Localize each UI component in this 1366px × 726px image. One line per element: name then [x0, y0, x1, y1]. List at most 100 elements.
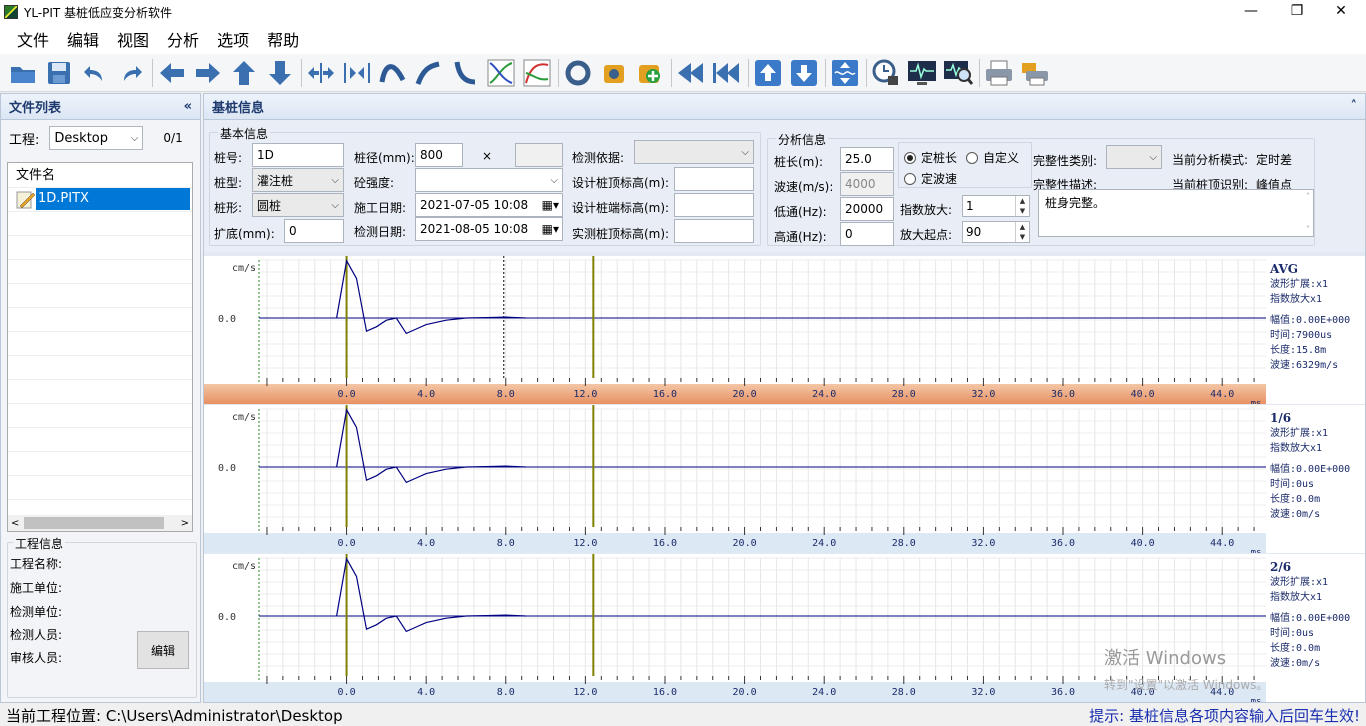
- highpass-input[interactable]: 0: [840, 222, 894, 246]
- menu-edit[interactable]: 编辑: [58, 27, 108, 51]
- curve-a-icon[interactable]: [378, 58, 408, 88]
- test-date-input[interactable]: 2021-08-05 10:08 ▦▾: [415, 217, 563, 241]
- compress-h-icon[interactable]: [306, 58, 336, 88]
- collapse-left-button[interactable]: «: [184, 99, 192, 114]
- redo-icon[interactable]: [116, 58, 146, 88]
- waveform-avg-chart[interactable]: 0.0 4.0 8.0 12.0 16.0 20.0 24.0 28.0 32.0 36.0 40.…: [204, 256, 1266, 404]
- speed-value: 波速:6329m/s: [1270, 360, 1339, 371]
- integrity-class-select[interactable]: ⌵: [1106, 145, 1162, 169]
- close-button[interactable]: ✕: [1318, 0, 1364, 24]
- gain-stepper[interactable]: 1 ▲ ▼: [962, 195, 1030, 217]
- stepper-buttons[interactable]: ▲ ▼: [1015, 196, 1029, 216]
- chart-b-icon[interactable]: [522, 58, 552, 88]
- calendar-icon[interactable]: ▦▾: [542, 198, 559, 212]
- test-basis-select[interactable]: ⌵: [634, 140, 754, 164]
- chart-a-icon[interactable]: [486, 58, 516, 88]
- times-sign: ×: [482, 149, 493, 163]
- wave-speed-input[interactable]: 4000: [840, 172, 894, 196]
- collapse-pile-info-button[interactable]: ˄: [1351, 99, 1358, 114]
- gear-a-icon[interactable]: [599, 58, 629, 88]
- curve-b-icon[interactable]: [414, 58, 444, 88]
- radio-custom[interactable]: 自定义: [966, 149, 1019, 166]
- x-tick-label: 20.0: [733, 389, 757, 400]
- menu-help[interactable]: 帮助: [258, 27, 308, 51]
- waveform-1-6[interactable]: 0.0 4.0 8.0 12.0 16.0 20.0 24.0 28.0 32.0 36.0 40.…: [204, 405, 1365, 553]
- lowpass-label: 低通(Hz):: [774, 205, 827, 219]
- radio-dot: [904, 151, 916, 164]
- scroll-down-icon[interactable]: ˅: [1306, 225, 1310, 234]
- integrity-class-label: 完整性类别:: [1033, 154, 1098, 168]
- x-tick-label: 28.0: [892, 687, 916, 698]
- arrow-right-icon[interactable]: [193, 58, 223, 88]
- basic-info-title: 基本信息: [218, 125, 271, 142]
- fast-back-icon[interactable]: [712, 58, 742, 88]
- x-tick-label: 24.0: [812, 538, 836, 549]
- gear-add-icon[interactable]: [635, 58, 665, 88]
- scroll-right-icon[interactable]: >: [181, 518, 189, 529]
- maximize-button[interactable]: ❐: [1274, 0, 1320, 24]
- move-up-icon[interactable]: [753, 58, 783, 88]
- menu-file[interactable]: 文件: [8, 27, 58, 51]
- vscale-icon[interactable]: [830, 58, 860, 88]
- monitor-zoom-icon[interactable]: [943, 58, 973, 88]
- clock-lock-icon[interactable]: [871, 58, 901, 88]
- arrow-left-icon[interactable]: [157, 58, 187, 88]
- file-list-item[interactable]: 1D.PITX: [14, 188, 190, 210]
- menu-view[interactable]: 视图: [108, 27, 158, 51]
- pile-length-input[interactable]: 25.0: [840, 147, 894, 171]
- lowpass-input[interactable]: 20000: [840, 197, 894, 221]
- rewind-icon[interactable]: [676, 58, 706, 88]
- menu-options[interactable]: 选项: [208, 27, 258, 51]
- curve-c-icon[interactable]: [450, 58, 480, 88]
- radio-fixed-speed[interactable]: 定波速: [904, 170, 957, 187]
- construction-date-input[interactable]: 2021-07-05 10:08 ▦▾: [415, 193, 563, 217]
- stepper-buttons[interactable]: ▲ ▼: [1015, 222, 1029, 242]
- undo-icon[interactable]: [80, 58, 110, 88]
- printer-icon[interactable]: [984, 58, 1014, 88]
- pile-no-input[interactable]: 1D: [252, 143, 344, 167]
- file-list[interactable]: 文件名 1D.PITX < >: [7, 162, 193, 532]
- arrow-down-icon[interactable]: [265, 58, 295, 88]
- concrete-strength-label: 砼强度:: [354, 176, 395, 190]
- menu-analysis[interactable]: 分析: [158, 27, 208, 51]
- scroll-up-icon[interactable]: ˄: [1306, 192, 1310, 201]
- gain-start-stepper[interactable]: 90 ▲ ▼: [962, 221, 1030, 243]
- pile-diameter2-input[interactable]: [515, 143, 563, 167]
- gain-factor: 指数放大x1: [1270, 443, 1323, 454]
- pile-info-form: 基本信息 桩号: 1D 桩径(mm): 800 × 检测依据: ⌵ 桩型: 灌注…: [204, 120, 1365, 252]
- expand-bottom-input[interactable]: 0: [284, 219, 344, 243]
- print-setup-icon[interactable]: [1020, 58, 1050, 88]
- project-select[interactable]: Desktop ⌵: [49, 126, 144, 150]
- x-tick-label: 36.0: [1051, 538, 1075, 549]
- design-end-elev-input[interactable]: [674, 193, 754, 217]
- pile-length-label: 桩长(m):: [774, 155, 824, 169]
- move-down-icon[interactable]: [789, 58, 819, 88]
- save-icon[interactable]: [44, 58, 74, 88]
- scroll-left-icon[interactable]: <: [11, 518, 19, 529]
- x-tick-label: 16.0: [653, 389, 677, 400]
- open-folder-icon[interactable]: [8, 58, 38, 88]
- radio-fixed-length[interactable]: 定桩长: [904, 149, 957, 166]
- chevron-down-icon: ⌵: [1149, 151, 1157, 163]
- design-top-elev-input[interactable]: [674, 167, 754, 191]
- waveform-avg[interactable]: 0.0 4.0 8.0 12.0 16.0 20.0 24.0 28.0 32.0 36.0 40.…: [204, 256, 1365, 404]
- expand-h-icon[interactable]: [342, 58, 372, 88]
- horizontal-scrollbar[interactable]: < >: [8, 515, 192, 531]
- edit-project-button[interactable]: 编辑: [137, 631, 189, 669]
- calendar-icon[interactable]: ▦▾: [542, 222, 559, 236]
- pile-shape-select[interactable]: 圆桩 ⌵: [252, 193, 344, 217]
- waveform-1-6-chart[interactable]: 0.0 4.0 8.0 12.0 16.0 20.0 24.0 28.0 32.0 36.0 40.…: [204, 405, 1266, 553]
- ring-icon[interactable]: [563, 58, 593, 88]
- title-bar: YL-PIT 基桩低应变分析软件 — ❐ ✕: [0, 0, 1366, 24]
- monitor-wave-icon[interactable]: [907, 58, 937, 88]
- waveform-1-6-info: 1/6 波形扩展:x1 指数放大x1 幅值:0.00E+000 时间:0us 长…: [1266, 405, 1365, 553]
- integrity-description-textarea[interactable]: 桩身完整。 ˄ ˅: [1038, 189, 1314, 237]
- measured-top-elev-input[interactable]: [674, 219, 754, 243]
- arrow-up-icon[interactable]: [229, 58, 259, 88]
- scroll-thumb[interactable]: [24, 517, 164, 529]
- minimize-button[interactable]: —: [1228, 0, 1274, 24]
- wave-speed-label: 波速(m/s):: [774, 180, 834, 194]
- pile-type-select[interactable]: 灌注桩 ⌵: [252, 168, 344, 192]
- concrete-strength-select[interactable]: ⌵: [415, 168, 563, 192]
- pile-diameter-input[interactable]: 800: [415, 143, 463, 167]
